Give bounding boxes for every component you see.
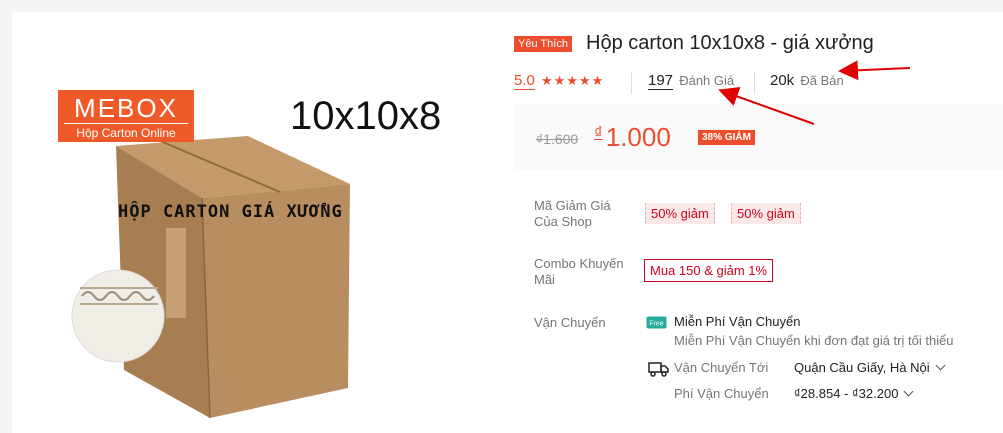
sold-count: 20k [770,72,795,89]
free-shipping-desc: Miễn Phí Vận Chuyển khi đơn đạt giá trị … [674,333,954,348]
shipping-fee-dropdown[interactable]: ₫28.854 - ₫32.200 [794,386,914,401]
brand-name: MEBOX [74,93,178,123]
combo-label: Combo Khuyến Mãi [534,256,624,288]
original-price: ₫1.600 [536,131,579,147]
chevron-down-icon [935,360,946,371]
free-icon-text: Free [649,321,664,328]
voucher-label-line2: Của Shop [534,214,592,229]
current-price: ₫ 1.000 [594,122,671,153]
brand-logo: MEBOX Hộp Carton Online [58,90,194,142]
discount-badge: 38% GIẢM [698,130,755,145]
price-section: ₫1.600 ₫ 1.000 38% GIẢM [514,104,1003,170]
chevron-down-icon [903,386,914,397]
combo-label-line2: Mãi [534,272,555,287]
product-image[interactable]: MEBOX Hộp Carton Online 10x10x8 HỘP CART… [54,88,464,428]
shipping-label: Vận Chuyển [534,315,606,330]
box-printed-text: HỘP CARTON GIÁ XƯỞNG [118,202,343,222]
sold-info: 20k Đã Bán [770,72,844,89]
brand-subtitle: Hộp Carton Online [64,123,188,140]
favorite-badge: Yêu Thích [514,36,572,52]
divider [631,72,632,94]
rating-value: 5.0 [514,72,535,90]
free-shipping-icon: Free [646,315,668,336]
shipping-fee-label: Phí Vận Chuyển [674,386,769,401]
rating-link[interactable]: 5.0 ★★★★★ [514,72,605,90]
ship-to-dropdown[interactable]: Quận Cầu Giấy, Hà Nội [794,360,946,375]
ship-to-value: Quận Cầu Giấy, Hà Nội [794,360,930,375]
combo-label-line1: Combo Khuyến [534,256,624,271]
currency-symbol: ₫ [594,123,603,142]
voucher-label-line1: Mã Giảm Giá [534,198,611,213]
product-title: Hộp carton 10x10x8 - giá xưởng [586,32,874,54]
voucher-chip[interactable]: 50% giảm [645,203,715,224]
divider [754,72,755,94]
reviews-label: Đánh Giá [679,73,735,88]
combo-deal-chip[interactable]: Mua 150 & giảm 1% [644,259,774,282]
current-price-value: 1.000 [605,122,671,152]
free-shipping-title: Miễn Phí Vận Chuyển [674,314,801,329]
shipping-fee-value: ₫28.854 - ₫32.200 [794,386,899,401]
voucher-label: Mã Giảm Giá Của Shop [534,198,611,230]
reviews-link[interactable]: 197 Đánh Giá [648,72,735,90]
box-dimensions-text: 10x10x8 [290,94,442,138]
ship-to-label: Vận Chuyển Tới [674,360,769,375]
voucher-chip[interactable]: 50% giảm [731,203,801,224]
reviews-count: 197 [648,72,674,90]
sold-label: Đã Bán [800,73,844,88]
truck-icon [648,360,670,383]
star-icons: ★★★★★ [541,73,605,88]
